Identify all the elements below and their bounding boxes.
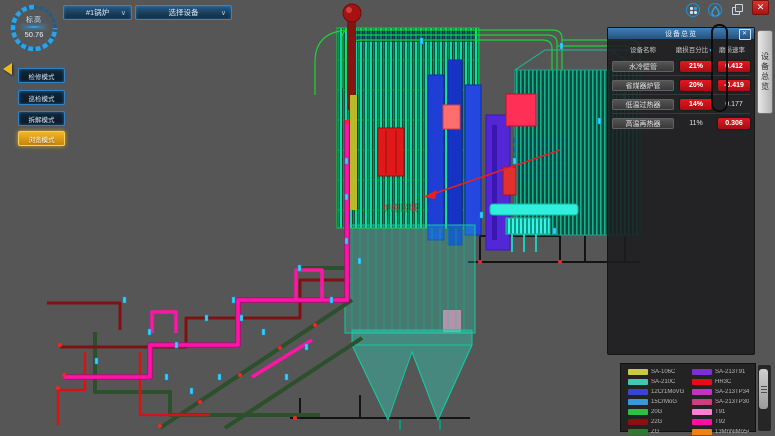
- legend-scrollbar-handle[interactable]: [759, 369, 768, 409]
- gauge-value: 50.76: [8, 30, 60, 39]
- legend-item: T91: [685, 409, 749, 415]
- device-name: 低温过热器: [612, 99, 674, 110]
- legend-item: SA-213T91: [685, 369, 749, 375]
- wear-percent: 11%: [680, 118, 712, 129]
- legend-item: HR3C: [685, 379, 749, 385]
- legend-item: 20G: [621, 409, 685, 415]
- furnace-area-label: 炉膛区域: [382, 202, 418, 213]
- device-name: 水冷壁管: [612, 61, 674, 72]
- col-wear-percent: 磨损百分比▾: [674, 44, 714, 54]
- wear-percent-badge: 20%: [680, 80, 712, 91]
- legend-item: 15CrMoG: [621, 399, 685, 405]
- mode-button-inspection[interactable]: 巡检模式: [18, 90, 65, 105]
- dashboard-grid-icon[interactable]: [686, 3, 700, 17]
- chevron-down-icon: ∨: [121, 9, 126, 17]
- wear-percent-badge: 21%: [680, 61, 712, 72]
- table-row[interactable]: 低温过热器 14% 0.177: [608, 99, 754, 110]
- chimney-outline: [711, 24, 728, 112]
- device-name: 高温再热器: [612, 118, 674, 129]
- legend-item: 22G: [621, 419, 685, 425]
- gauge-divider: [21, 26, 47, 28]
- row-divider: [612, 113, 750, 114]
- elevation-gauge: 标高 50.76: [8, 2, 60, 54]
- close-app-icon[interactable]: ✕: [752, 0, 769, 15]
- grid-glyph: [690, 7, 697, 14]
- wear-value-badge: 0.306: [718, 118, 750, 129]
- panel-title: 设备总览: [665, 29, 697, 39]
- legend-scrollbar[interactable]: [757, 364, 772, 432]
- legend-item: SA-213TP347H: [685, 389, 749, 395]
- device-select-dropdown[interactable]: 选择设备 ∨: [135, 5, 232, 20]
- boiler-structure: [315, 4, 640, 430]
- table-header: 设备名称 磨损百分比▾ 磨损速率: [608, 39, 754, 57]
- wear-percent-badge: 14%: [680, 99, 712, 110]
- row-divider: [612, 94, 750, 95]
- legend-item: SA-210C: [621, 379, 685, 385]
- boiler-select-value: #1锅炉: [86, 7, 109, 18]
- layers-icon[interactable]: [730, 3, 744, 17]
- panel-title-bar[interactable]: 设备总览 ✕: [608, 28, 754, 39]
- mode-button-disassembly[interactable]: 拆解模式: [18, 111, 65, 126]
- mode-button-overhaul[interactable]: 检修模式: [18, 68, 65, 83]
- material-legend: SA-106C SA-213T91 SA-210C HR3C 12Cr1MoVG…: [620, 363, 756, 432]
- legend-item: T92: [685, 419, 749, 425]
- chevron-down-icon: ∨: [221, 9, 226, 17]
- table-row[interactable]: 省煤器炉管 20% -0.419: [608, 80, 754, 91]
- gauge-label: 标高: [8, 15, 60, 25]
- pipe-network: [47, 120, 562, 428]
- device-overview-panel: 设备总览 ✕ 设备名称 磨损百分比▾ 磨损速率 水冷壁管 21% 0.412 省…: [607, 27, 755, 355]
- table-row[interactable]: 水冷壁管 21% 0.412: [608, 61, 754, 72]
- panel-close-icon[interactable]: ✕: [739, 29, 751, 40]
- legend-item: SA-106C: [621, 369, 685, 375]
- col-device-name: 设备名称: [612, 44, 674, 54]
- droplet-icon[interactable]: [708, 3, 722, 17]
- row-divider: [612, 75, 750, 76]
- table-row[interactable]: 高温再热器 11% 0.306: [608, 118, 754, 129]
- legend-item: 12Cr1MoVG: [621, 389, 685, 395]
- legend-item: SA-213TP304H: [685, 399, 749, 405]
- device-overview-side-tab[interactable]: 设备总览: [757, 30, 773, 114]
- collapse-arrow-icon[interactable]: [3, 63, 12, 75]
- gauge-ring-icon: [8, 2, 60, 54]
- boiler-select-dropdown[interactable]: #1锅炉 ∨: [63, 5, 132, 20]
- device-select-value: 选择设备: [169, 7, 199, 18]
- mode-button-browse[interactable]: 浏览模式: [18, 131, 65, 146]
- device-name: 省煤器炉管: [612, 80, 674, 91]
